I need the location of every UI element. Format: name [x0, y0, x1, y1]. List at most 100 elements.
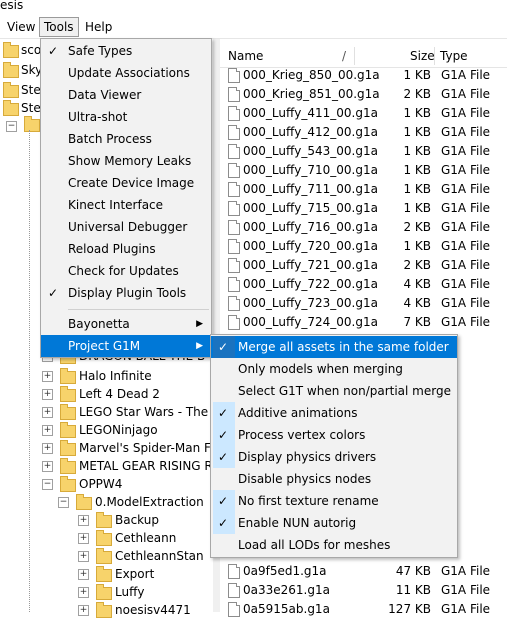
- expand-icon[interactable]: +: [78, 515, 89, 526]
- check-icon: ✓: [218, 428, 229, 442]
- g1m-option[interactable]: ✓ Merge all assets in the same folder: [211, 336, 457, 358]
- expand-icon[interactable]: +: [42, 389, 53, 400]
- tree-item[interactable]: + Luffy: [0, 583, 213, 601]
- tree-item[interactable]: + Cethleann: [0, 529, 213, 547]
- file-row[interactable]: 000_Luffy_710_00.g1a 1 KB G1A File: [220, 161, 507, 180]
- collapse-icon[interactable]: −: [58, 497, 69, 508]
- tree-item[interactable]: + Marvel's Spider-Man F: [0, 439, 213, 457]
- file-row[interactable]: 000_Luffy_720_00.g1a 1 KB G1A File: [220, 237, 507, 256]
- tree-item[interactable]: + Export: [0, 565, 213, 583]
- tree-item[interactable]: + Halo Infinite: [0, 367, 213, 385]
- tools-menu-item[interactable]: Check for Updates: [41, 260, 211, 282]
- expand-icon[interactable]: +: [78, 587, 89, 598]
- file-row[interactable]: 000_Luffy_715_00.g1a 1 KB G1A File: [220, 199, 507, 218]
- expand-icon[interactable]: +: [78, 533, 89, 544]
- tree-item[interactable]: + noesisv4471: [0, 601, 213, 619]
- expand-icon[interactable]: +: [42, 407, 53, 418]
- file-row[interactable]: 000_Krieg_850_00.g1a 1 KB G1A File: [220, 66, 507, 85]
- file-size: 2 KB: [403, 258, 431, 272]
- g1m-option[interactable]: Select G1T when non/partial merge: [211, 380, 457, 402]
- file-icon: [228, 258, 240, 273]
- file-row[interactable]: 0a9f5ed1.g1a 47 KB G1A File: [220, 562, 507, 581]
- tools-menu-item[interactable]: Universal Debugger: [41, 216, 211, 238]
- tree-item[interactable]: + LEGO Star Wars - The S: [0, 403, 220, 421]
- tools-menu-item[interactable]: Show Memory Leaks: [41, 150, 211, 172]
- tools-menu-item[interactable]: Reload Plugins: [41, 238, 211, 260]
- g1m-option[interactable]: ✓ Display physics drivers: [211, 446, 457, 468]
- g1m-option[interactable]: Load all LODs for meshes: [211, 534, 457, 556]
- expand-icon[interactable]: +: [78, 569, 89, 580]
- g1m-option-label: Only models when merging: [238, 362, 403, 376]
- menu-separator: [68, 309, 209, 310]
- file-row[interactable]: 000_Luffy_411_00.g1a 1 KB G1A File: [220, 104, 507, 123]
- tools-menu-item[interactable]: Ultra-shot: [41, 106, 211, 128]
- tree-item[interactable]: + METAL GEAR RISING R: [0, 457, 213, 475]
- file-name: 0a5915ab.g1a: [243, 602, 330, 616]
- check-icon: ✓: [48, 44, 59, 58]
- tree-item[interactable]: − OPPW4: [0, 475, 213, 493]
- col-size-header[interactable]: Size: [410, 45, 435, 67]
- g1m-option[interactable]: Disable physics nodes: [211, 468, 457, 490]
- file-row[interactable]: 0a33e261.g1a 11 KB G1A File: [220, 581, 507, 600]
- collapse-icon[interactable]: −: [6, 121, 17, 132]
- folder-icon: [76, 494, 92, 510]
- file-icon: [228, 68, 240, 83]
- tools-menu-item[interactable]: Create Device Image: [41, 172, 211, 194]
- g1m-option[interactable]: Only models when merging: [211, 358, 457, 380]
- submenu-arrow-icon: ▶: [196, 341, 203, 351]
- expand-icon[interactable]: +: [78, 551, 89, 562]
- tree-item[interactable]: + LEGONinjago: [0, 421, 213, 439]
- tools-menu-item[interactable]: Data Viewer: [41, 84, 211, 106]
- file-row[interactable]: 000_Luffy_723_00.g1a 4 KB G1A File: [220, 294, 507, 313]
- tools-menu-item[interactable]: Batch Process: [41, 128, 211, 150]
- menu-tools[interactable]: Tools: [39, 17, 79, 37]
- collapse-icon[interactable]: −: [42, 479, 53, 490]
- file-row[interactable]: 0a5915ab.g1a 127 KB G1A File: [220, 600, 507, 619]
- column-divider[interactable]: [434, 47, 435, 65]
- tools-menu-item[interactable]: Update Associations: [41, 62, 211, 84]
- expand-icon[interactable]: +: [42, 461, 53, 472]
- tree-item[interactable]: + Backup: [0, 511, 213, 529]
- tools-menu-item[interactable]: ✓ Safe Types: [41, 40, 211, 62]
- folder-icon: [60, 422, 76, 438]
- g1m-option[interactable]: ✓ No first texture rename: [211, 490, 457, 512]
- menu-help[interactable]: Help: [81, 18, 116, 36]
- tools-menu-item-label: Data Viewer: [68, 88, 142, 102]
- check-icon: ✓: [218, 340, 229, 354]
- expand-icon[interactable]: +: [42, 443, 53, 454]
- col-name-header[interactable]: Name: [228, 45, 263, 67]
- tools-menu-item[interactable]: Kinect Interface: [41, 194, 211, 216]
- menu-bar: View Tools Help: [0, 16, 507, 39]
- tools-menu-item-label: Safe Types: [68, 44, 133, 58]
- file-row[interactable]: 000_Luffy_543_00.g1a 1 KB G1A File: [220, 142, 507, 161]
- file-row[interactable]: 000_Luffy_721_00.g1a 2 KB G1A File: [220, 256, 507, 275]
- file-icon: [228, 220, 240, 235]
- file-row[interactable]: 000_Luffy_722_00.g1a 4 KB G1A File: [220, 275, 507, 294]
- g1m-option[interactable]: ✓ Additive animations: [211, 402, 457, 424]
- tools-menu: ✓ Safe Types Update Associations Data Viewe…: [40, 38, 212, 358]
- expand-icon[interactable]: +: [78, 605, 89, 616]
- folder-icon: [60, 404, 76, 420]
- file-icon: [228, 239, 240, 254]
- tree-item[interactable]: + Left 4 Dead 2: [0, 385, 213, 403]
- folder-icon: [96, 530, 112, 546]
- file-row[interactable]: 000_Luffy_412_00.g1a 1 KB G1A File: [220, 123, 507, 142]
- file-row[interactable]: 000_Luffy_711_00.g1a 1 KB G1A File: [220, 180, 507, 199]
- tools-submenu-item[interactable]: Bayonetta ▶: [41, 313, 211, 335]
- column-divider[interactable]: [354, 47, 355, 65]
- expand-icon[interactable]: +: [42, 371, 53, 382]
- file-row[interactable]: 000_Luffy_724_00.g1a 7 KB G1A File: [220, 313, 507, 332]
- tree-item[interactable]: − 0.ModelExtraction: [0, 493, 213, 511]
- tools-submenu-item[interactable]: Project G1M ▶: [41, 335, 211, 357]
- g1m-option[interactable]: ✓ Enable NUN autorig: [211, 512, 457, 534]
- tree-item-label: 0.ModelExtraction: [95, 495, 204, 509]
- file-row[interactable]: 000_Luffy_716_00.g1a 2 KB G1A File: [220, 218, 507, 237]
- expand-icon[interactable]: +: [42, 425, 53, 436]
- menu-view[interactable]: View: [3, 18, 39, 36]
- tools-menu-item[interactable]: ✓ Display Plugin Tools: [41, 282, 211, 304]
- g1m-option[interactable]: ✓ Process vertex colors: [211, 424, 457, 446]
- col-type-header[interactable]: Type: [440, 45, 468, 67]
- tree-item[interactable]: + CethleannStan: [0, 547, 213, 565]
- window-title: esis: [0, 0, 24, 12]
- file-row[interactable]: 000_Krieg_851_00.g1a 2 KB G1A File: [220, 85, 507, 104]
